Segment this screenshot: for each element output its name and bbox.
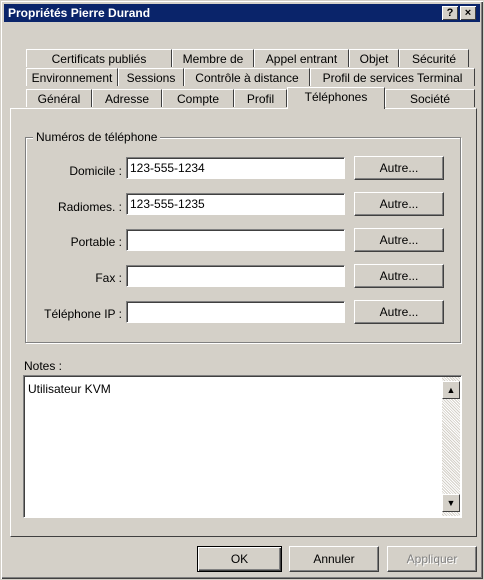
ip-phone-other-button[interactable]: Autre... — [354, 300, 444, 324]
properties-dialog: Propriétés Pierre Durand ? × Certificats… — [0, 0, 484, 580]
notes-scrollbar[interactable]: ▲ ▼ — [442, 377, 460, 516]
pager-label: Radiomes. : — [57, 200, 122, 214]
tab-general[interactable]: Général — [26, 89, 92, 107]
tab-sessions[interactable]: Sessions — [118, 68, 184, 86]
tab-profil-services-terminal[interactable]: Profil de services Terminal — [310, 68, 475, 86]
pager-field[interactable]: 123-555-1235 — [126, 193, 345, 215]
tab-adresse[interactable]: Adresse — [92, 89, 162, 107]
tab-environnement[interactable]: Environnement — [26, 68, 118, 86]
tab-appel-entrant[interactable]: Appel entrant — [254, 49, 349, 67]
tab-securite[interactable]: Sécurité — [399, 49, 469, 67]
scroll-down-icon[interactable]: ▼ — [442, 494, 460, 512]
dialog-title: Propriétés Pierre Durand — [8, 6, 151, 20]
tab-certificats-publies[interactable]: Certificats publiés — [26, 49, 172, 67]
pager-other-button[interactable]: Autre... — [354, 192, 444, 216]
fax-other-button[interactable]: Autre... — [354, 264, 444, 288]
ip-phone-field[interactable] — [126, 301, 345, 323]
scroll-up-icon[interactable]: ▲ — [442, 381, 460, 399]
tab-objet[interactable]: Objet — [349, 49, 399, 67]
mobile-field[interactable] — [126, 229, 345, 251]
tab-telephones[interactable]: Téléphones — [287, 87, 385, 109]
phone-numbers-group-title: Numéros de téléphone — [33, 130, 161, 144]
notes-text: Utilisateur KVM — [28, 382, 111, 396]
home-phone-label: Domicile : — [69, 164, 122, 178]
help-button[interactable]: ? — [442, 6, 458, 20]
mobile-other-button[interactable]: Autre... — [354, 228, 444, 252]
apply-button[interactable]: Appliquer — [387, 546, 477, 572]
home-phone-other-button[interactable]: Autre... — [354, 156, 444, 180]
title-bar[interactable]: Propriétés Pierre Durand ? × — [4, 4, 480, 22]
ok-button[interactable]: OK — [197, 546, 282, 572]
mobile-label: Portable : — [70, 235, 122, 249]
cancel-button[interactable]: Annuler — [289, 546, 379, 572]
notes-textarea[interactable]: Utilisateur KVM ▲ ▼ — [23, 375, 462, 518]
ip-phone-label: Téléphone IP : — [44, 307, 122, 321]
tab-societe[interactable]: Société — [385, 89, 475, 107]
tab-profil[interactable]: Profil — [234, 89, 287, 107]
notes-label: Notes : — [24, 359, 63, 373]
home-phone-field[interactable]: 123-555-1234 — [126, 157, 345, 179]
tab-membre-de[interactable]: Membre de — [172, 49, 254, 67]
tab-controle-a-distance[interactable]: Contrôle à distance — [184, 68, 310, 86]
fax-field[interactable] — [126, 265, 345, 287]
fax-label: Fax : — [95, 271, 122, 285]
close-button[interactable]: × — [460, 6, 476, 20]
tab-compte[interactable]: Compte — [162, 89, 234, 107]
